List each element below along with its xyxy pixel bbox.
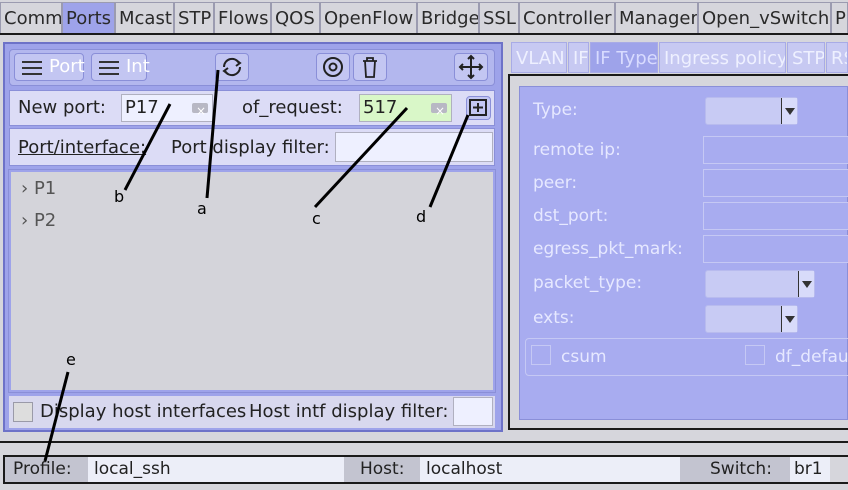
annotation-c: c <box>312 209 321 228</box>
annotation-line-b <box>123 103 172 191</box>
annotation-line-c <box>313 106 409 209</box>
annotation-lines <box>43 69 470 462</box>
annotation-e: e <box>66 350 76 369</box>
annotation-line-d <box>428 114 470 208</box>
annotation-line-a <box>205 69 220 199</box>
annotation-b: b <box>114 187 125 206</box>
annotation-line-e <box>43 371 70 462</box>
annotation-d: d <box>416 207 427 226</box>
annotation-a: a <box>197 199 207 218</box>
